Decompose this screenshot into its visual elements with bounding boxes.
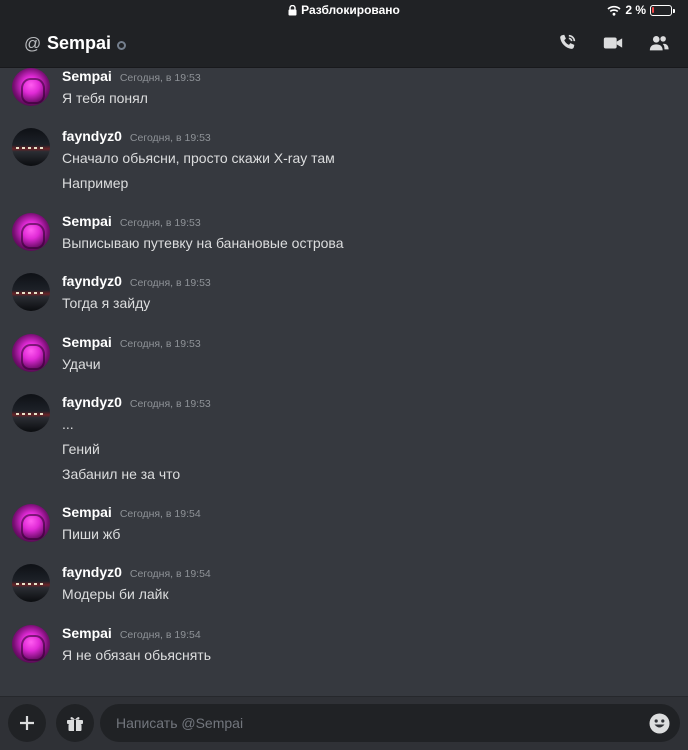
- message-text: Сначало обьясни, просто скажи X-ray там: [62, 150, 335, 166]
- message-timestamp: Сегодня, в 19:54: [129, 568, 211, 580]
- channel-title[interactable]: Sempai: [47, 33, 111, 54]
- message-text: Например: [62, 175, 129, 191]
- gift-icon: [67, 717, 83, 731]
- message-header: Sempai Сегодня, в 19:54: [62, 504, 201, 520]
- message-header: Sempai Сегодня, в 19:53: [62, 213, 201, 229]
- add-attachment-button[interactable]: [8, 704, 46, 742]
- message-timestamp: Сегодня, в 19:53: [119, 338, 201, 350]
- message-timestamp: Сегодня, в 19:53: [119, 72, 201, 84]
- message-composer: [0, 696, 688, 750]
- channel-header: @ Sempai: [0, 20, 688, 68]
- gift-button[interactable]: [56, 704, 94, 742]
- avatar[interactable]: [12, 394, 50, 432]
- message-text: Забанил не за что: [62, 466, 181, 482]
- message-header: Sempai Сегодня, в 19:53: [62, 334, 201, 350]
- message-timestamp: Сегодня, в 19:54: [119, 508, 201, 520]
- header-actions: [556, 32, 670, 54]
- plus-icon: [20, 716, 34, 730]
- message-list[interactable]: Sempai Сегодня, в 19:53 Я тебя понял fayndy…: [0, 68, 688, 696]
- message-header: fayndyz0 Сегодня, в 19:54: [62, 564, 211, 580]
- message-author[interactable]: Sempai: [62, 504, 112, 520]
- at-icon: @: [24, 33, 42, 53]
- message-text: Я не обязан обьяснять: [62, 647, 212, 663]
- message-text: Пиши жб: [62, 526, 121, 542]
- message-header: fayndyz0 Сегодня, в 19:53: [62, 273, 211, 289]
- message-header: fayndyz0 Сегодня, в 19:53: [62, 394, 211, 410]
- message-author[interactable]: Sempai: [62, 625, 112, 641]
- message-header: fayndyz0 Сегодня, в 19:53: [62, 128, 211, 144]
- wifi-icon: [607, 5, 621, 16]
- battery-icon: [650, 4, 675, 16]
- message-text: Удачи: [62, 356, 101, 372]
- message-text: Я тебя понял: [62, 90, 148, 106]
- offline-status-indicator: [117, 40, 127, 50]
- message-author[interactable]: fayndyz0: [62, 564, 122, 580]
- voice-call-icon[interactable]: [556, 32, 578, 54]
- message-timestamp: Сегодня, в 19:53: [129, 277, 211, 289]
- message-timestamp: Сегодня, в 19:53: [119, 217, 201, 229]
- message-header: Sempai Сегодня, в 19:53: [62, 68, 201, 84]
- video-call-icon[interactable]: [602, 32, 624, 54]
- avatar[interactable]: [12, 273, 50, 311]
- status-right: 2 %: [607, 3, 675, 17]
- battery-percent: 2 %: [625, 3, 646, 17]
- avatar[interactable]: [12, 334, 50, 372]
- message-text: Тогда я зайду: [62, 295, 151, 311]
- member-list-icon[interactable]: [648, 32, 670, 54]
- message-timestamp: Сегодня, в 19:53: [129, 398, 211, 410]
- message-timestamp: Сегодня, в 19:54: [119, 629, 201, 641]
- avatar[interactable]: [12, 128, 50, 166]
- message-text: ...: [62, 416, 74, 432]
- message-timestamp: Сегодня, в 19:53: [129, 132, 211, 144]
- message-text: Выписываю путевку на банановые острова: [62, 235, 344, 251]
- message-text: Модеры би лайк: [62, 586, 169, 602]
- status-bar: Разблокировано 2 %: [0, 0, 688, 20]
- avatar[interactable]: [12, 564, 50, 602]
- lock-text: Разблокировано: [301, 3, 400, 17]
- message-author[interactable]: Sempai: [62, 334, 112, 350]
- message-author[interactable]: fayndyz0: [62, 394, 122, 410]
- avatar[interactable]: [12, 625, 50, 663]
- avatar[interactable]: [12, 213, 50, 251]
- message-author[interactable]: Sempai: [62, 213, 112, 229]
- avatar[interactable]: [12, 504, 50, 542]
- avatar[interactable]: [12, 68, 50, 106]
- message-input[interactable]: [100, 704, 680, 742]
- message-header: Sempai Сегодня, в 19:54: [62, 625, 201, 641]
- message-text: Гений: [62, 441, 100, 457]
- lock-status: Разблокировано: [0, 3, 688, 17]
- lock-icon: [288, 4, 297, 15]
- message-author[interactable]: Sempai: [62, 68, 112, 84]
- message-author[interactable]: fayndyz0: [62, 273, 122, 289]
- emoji-icon[interactable]: [649, 713, 670, 734]
- message-author[interactable]: fayndyz0: [62, 128, 122, 144]
